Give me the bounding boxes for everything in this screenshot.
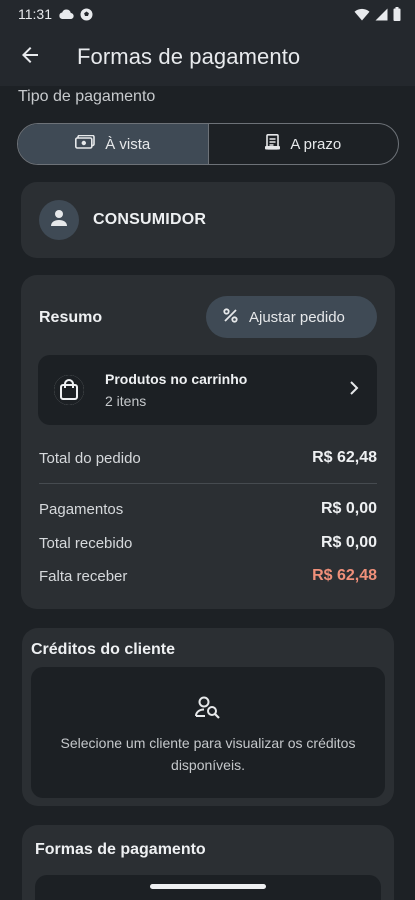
- back-button[interactable]: [0, 28, 60, 86]
- receipt-icon: [265, 134, 281, 154]
- cart-products-row[interactable]: Produtos no carrinho 2 itens: [38, 355, 377, 425]
- payment-methods-title: Formas de pagamento: [35, 841, 206, 858]
- signal-icon: [375, 8, 388, 21]
- cart-text: Produtos no carrinho 2 itens: [105, 371, 247, 409]
- soccer-ball-icon: [80, 8, 93, 21]
- payment-methods-screen: 11:31 Formas de pagamento Tipo de pagame…: [0, 0, 415, 900]
- adjust-order-button[interactable]: Ajustar pedido: [206, 296, 377, 338]
- chevron-right-icon: [349, 380, 359, 401]
- total-received-label: Total recebido: [39, 534, 133, 552]
- total-received-row: Total recebido R$ 0,00: [39, 534, 377, 552]
- credits-empty-state: Selecione um cliente para visualizar os …: [31, 667, 385, 798]
- cash-option-label: À vista: [105, 135, 151, 153]
- arrow-back-icon: [20, 45, 40, 70]
- battery-icon: [393, 7, 401, 21]
- app-bar: Formas de pagamento: [0, 28, 415, 86]
- order-total-row: Total do pedido R$ 62,48: [39, 449, 377, 467]
- payment-type-label: Tipo de pagamento: [18, 88, 156, 105]
- status-left: 11:31: [18, 6, 93, 22]
- payment-type-credit-option[interactable]: A prazo: [207, 124, 399, 164]
- total-received-value: R$ 0,00: [320, 534, 377, 551]
- amount-due-label: Falta receber: [39, 567, 128, 585]
- order-total-label: Total do pedido: [39, 449, 141, 467]
- page-title: Formas de pagamento: [77, 44, 301, 69]
- credits-empty-message: Selecione um cliente para visualizar os …: [60, 735, 356, 773]
- amount-due-value: R$ 62,48: [312, 567, 377, 584]
- status-bar: 11:31: [0, 0, 415, 28]
- cart-title: Produtos no carrinho: [105, 371, 248, 387]
- summary-divider: [39, 483, 377, 484]
- cash-icon: [75, 134, 96, 153]
- status-right: [354, 7, 401, 21]
- payment-type-cash-option[interactable]: À vista: [18, 124, 208, 164]
- status-time: 11:31: [18, 6, 52, 22]
- summary-card: Resumo Ajustar pedido Produtos no carrin…: [21, 275, 395, 609]
- person-icon: [50, 209, 68, 232]
- amount-due-row: Falta receber R$ 62,48: [39, 567, 377, 585]
- summary-title: Resumo: [39, 309, 103, 326]
- payments-label: Pagamentos: [39, 500, 124, 518]
- cloud-icon: [58, 8, 74, 20]
- credits-title: Créditos do cliente: [31, 641, 176, 658]
- order-total-value: R$ 62,48: [312, 449, 377, 466]
- payment-type-toggle: À vista A prazo: [17, 123, 399, 165]
- shopping-bag-icon: [54, 375, 84, 405]
- cart-item-count: 2 itens: [105, 393, 147, 409]
- payments-row: Pagamentos R$ 0,00: [39, 500, 377, 518]
- credit-option-label: A prazo: [290, 135, 342, 153]
- percent-icon: [223, 307, 238, 327]
- payments-value: R$ 0,00: [320, 500, 377, 517]
- person-search-icon: [195, 696, 221, 725]
- home-indicator[interactable]: [150, 884, 266, 889]
- customer-credits-card: Créditos do cliente Selecione um cliente…: [22, 628, 394, 806]
- customer-card[interactable]: CONSUMIDOR: [21, 182, 395, 258]
- customer-name: CONSUMIDOR: [93, 211, 207, 228]
- wifi-icon: [354, 8, 370, 21]
- avatar: [39, 200, 79, 240]
- adjust-order-label: Ajustar pedido: [249, 308, 345, 326]
